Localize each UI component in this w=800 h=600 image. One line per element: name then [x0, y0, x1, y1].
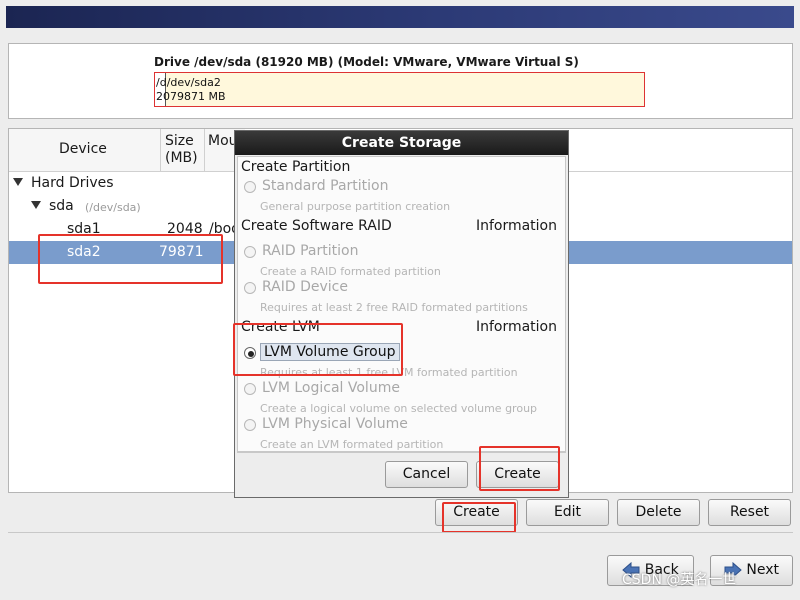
- expand-arrow-icon[interactable]: [13, 178, 23, 186]
- dialog-divider: [237, 452, 566, 453]
- radio-icon[interactable]: [244, 419, 256, 431]
- row-size: 79871: [159, 244, 204, 260]
- dialog-create-button[interactable]: Create: [476, 461, 559, 488]
- partition-bar-label: /d/dev/sda2: [156, 76, 221, 89]
- column-header-size-label: Size (MB): [165, 133, 198, 166]
- option-desc: Create a RAID formated partition: [260, 265, 441, 278]
- footer-divider: [8, 532, 793, 533]
- radio-selected-icon[interactable]: [244, 347, 256, 359]
- drive-info-panel: Drive /dev/sda (81920 MB) (Model: VMware…: [8, 43, 793, 119]
- partition-bar-size: 2079871 MB: [156, 90, 226, 103]
- dialog-cancel-button[interactable]: Cancel: [385, 461, 468, 488]
- section-create-lvm: Create LVM: [241, 319, 320, 335]
- column-header-size[interactable]: Size (MB): [161, 129, 205, 171]
- dialog-title: Create Storage: [235, 131, 568, 155]
- radio-icon[interactable]: [244, 181, 256, 193]
- option-desc: General purpose partition creation: [260, 200, 451, 213]
- expand-arrow-icon[interactable]: [31, 201, 41, 209]
- dialog-body: Create Partition Standard Partition Gene…: [237, 156, 566, 452]
- option-desc: Create an LVM formated partition: [260, 438, 444, 451]
- row-device-path: (/dev/sda): [85, 201, 141, 214]
- drive-partition-bar[interactable]: /d/dev/sda2 2079871 MB: [154, 72, 645, 107]
- option-desc: Requires at least 1 free LVM formated pa…: [260, 366, 518, 379]
- create-storage-dialog: Create Storage Create Partition Standard…: [234, 130, 569, 498]
- edit-button[interactable]: Edit: [526, 499, 609, 526]
- information-label: Information: [475, 319, 557, 335]
- option-desc: Create a logical volume on selected volu…: [260, 402, 538, 415]
- section-create-partition: Create Partition: [241, 159, 351, 175]
- radio-icon[interactable]: [244, 383, 256, 395]
- row-device: sda: [49, 198, 74, 214]
- information-label: Information: [475, 218, 557, 234]
- next-label: Next: [746, 562, 780, 578]
- row-device: Hard Drives: [31, 175, 114, 191]
- option-desc: Requires at least 2 free RAID formated p…: [260, 301, 528, 314]
- drive-title: Drive /dev/sda (81920 MB) (Model: VMware…: [154, 55, 579, 69]
- column-header-device[interactable]: Device: [9, 129, 161, 171]
- radio-icon[interactable]: [244, 282, 256, 294]
- radio-icon[interactable]: [244, 246, 256, 258]
- row-device: sda2: [67, 244, 101, 260]
- installer-banner: [6, 6, 794, 28]
- create-button[interactable]: Create: [435, 499, 518, 526]
- section-create-software-raid: Create Software RAID: [241, 218, 392, 234]
- row-device: sda1: [67, 221, 101, 237]
- watermark: CSDN @英名一世: [622, 572, 737, 588]
- delete-button[interactable]: Delete: [617, 499, 700, 526]
- row-size: 2048: [167, 221, 203, 237]
- reset-button[interactable]: Reset: [708, 499, 791, 526]
